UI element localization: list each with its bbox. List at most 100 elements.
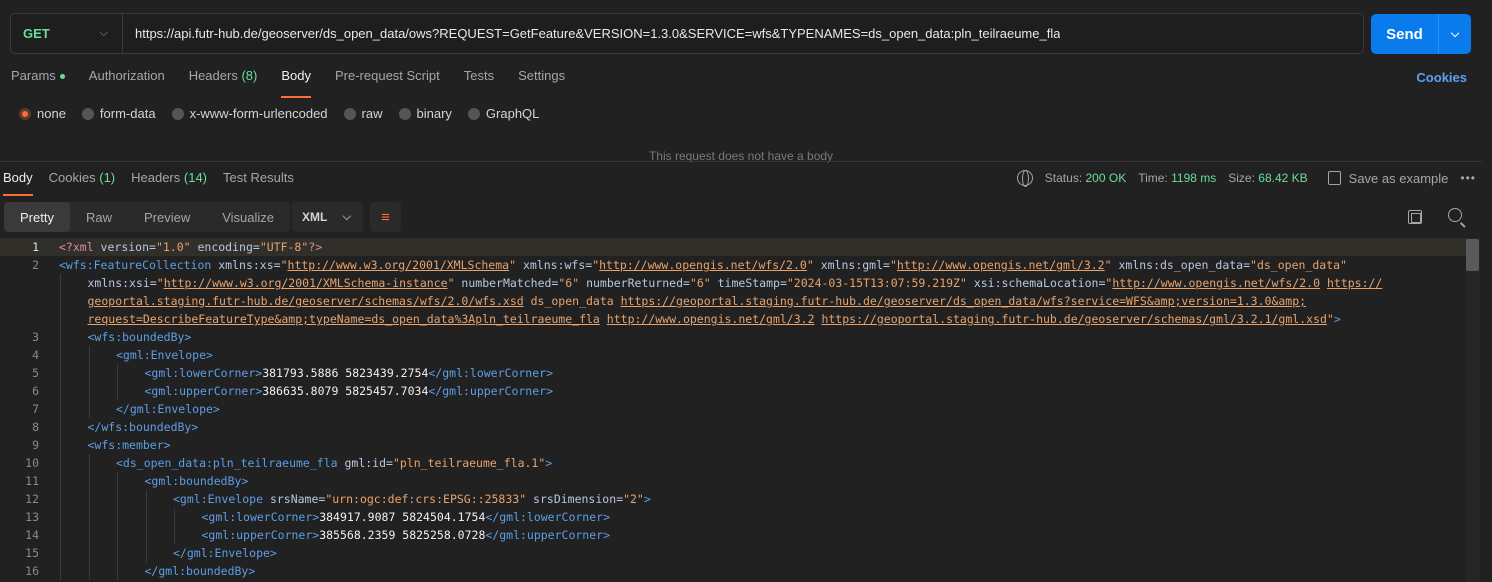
code-token[interactable]: http://www.w3.org/2001/XMLSchema xyxy=(288,258,510,272)
save-as-example-button[interactable]: Save as example xyxy=(1349,171,1449,186)
code-token[interactable]: http://www.opengis.net/gml/3.2 xyxy=(897,258,1105,272)
code-token: > xyxy=(1333,312,1341,326)
params-indicator-dot xyxy=(59,74,65,80)
code-token[interactable]: http://www.w3.org/2001/XMLSchema-instanc… xyxy=(164,276,448,290)
search-icon[interactable] xyxy=(1448,208,1462,222)
method-label: GET xyxy=(23,26,50,41)
radio-label: x-www-form-urlencoded xyxy=(189,106,328,121)
indent-guide xyxy=(60,526,61,544)
tab-prerequest-script[interactable]: Pre-request Script xyxy=(335,68,440,98)
send-button[interactable]: Send ⌵ xyxy=(1371,14,1471,54)
radio-form-data[interactable]: form-data xyxy=(81,106,156,121)
format-select[interactable]: XML ⌵ xyxy=(292,202,363,232)
code-token[interactable]: http://www.opengis.net/gml/3.2 xyxy=(607,312,815,326)
view-visualize[interactable]: Visualize xyxy=(206,202,290,232)
code-text: request=DescribeFeatureType&amp;typeName… xyxy=(40,310,1341,328)
response-code-viewer[interactable]: 1 <?xml version="1.0" encoding="UTF-8"?> 2… xyxy=(0,238,1466,582)
code-token: </gml:lowerCorner> xyxy=(485,510,610,524)
code-token: <gml:lowerCorner> xyxy=(201,510,320,524)
radio-binary[interactable]: binary xyxy=(398,106,452,121)
view-pretty[interactable]: Pretty xyxy=(4,202,70,232)
tab-settings[interactable]: Settings xyxy=(518,68,565,98)
indent-guide xyxy=(174,508,175,526)
code-token: <gml:Envelope> xyxy=(116,348,213,362)
cookies-link[interactable]: Cookies xyxy=(1416,70,1467,85)
code-line: 4 <gml:Envelope> xyxy=(0,346,1466,364)
res-tab-headers-label: Headers xyxy=(131,170,181,185)
tab-headers[interactable]: Headers (8) xyxy=(189,68,258,98)
code-text: <gml:Envelope srsName="urn:ogc:def:crs:E… xyxy=(40,490,651,508)
code-text: </wfs:boundedBy> xyxy=(40,418,199,436)
indent-guide xyxy=(88,562,90,580)
indent-guide xyxy=(60,544,61,562)
indent-guide xyxy=(60,472,61,490)
radio-none[interactable]: none xyxy=(19,106,66,121)
code-token[interactable]: http://www.opengis.net/wfs/2.0 xyxy=(1112,276,1320,290)
globe-icon[interactable] xyxy=(1016,170,1033,187)
status-info[interactable]: Status: 200 OK xyxy=(1045,171,1126,185)
size-value: 68.42 KB xyxy=(1258,171,1308,185)
code-token: " xyxy=(156,276,164,290)
radio-graphql[interactable]: GraphQL xyxy=(467,106,539,121)
code-token: "pln_teilraeume_fla.1" xyxy=(392,456,546,470)
code-token[interactable]: https:// xyxy=(1327,276,1382,290)
code-line: 11 <gml:boundedBy> xyxy=(0,472,1466,490)
code-token[interactable]: request=DescribeFeatureType&amp;typeName… xyxy=(88,312,600,326)
code-token: > xyxy=(643,492,651,506)
tab-authorization[interactable]: Authorization xyxy=(89,68,165,98)
request-tabs: Params Authorization Headers (8) Body Pr… xyxy=(11,68,565,98)
line-number: 8 xyxy=(32,420,39,434)
code-token: > xyxy=(545,456,553,470)
code-token: </gml:boundedBy> xyxy=(144,564,256,578)
indent-guide xyxy=(145,544,147,562)
res-tab-headers[interactable]: Headers (14) xyxy=(131,170,207,194)
res-tab-body[interactable]: Body xyxy=(3,170,33,196)
code-token: "2024-03-15T13:07:59.219Z" xyxy=(786,276,967,290)
pane-divider[interactable] xyxy=(0,161,1482,162)
code-token: xmlns:xsi= xyxy=(87,276,157,290)
code-text: </gml:boundedBy> xyxy=(40,562,256,580)
tab-body[interactable]: Body xyxy=(281,68,311,98)
res-tab-test-results[interactable]: Test Results xyxy=(223,170,294,194)
tab-headers-label: Headers xyxy=(188,68,238,83)
scrollbar-track[interactable] xyxy=(1466,238,1480,582)
code-token: " xyxy=(1326,312,1334,326)
code-token: <ds_open_data:pln_teilraeume_fla xyxy=(116,456,338,470)
indent-guide xyxy=(174,526,175,544)
radio-unchecked-icon xyxy=(398,107,411,120)
scrollbar-thumb[interactable] xyxy=(1466,239,1479,271)
url-input[interactable]: https://api.futr-hub.de/geoserver/ds_ope… xyxy=(123,26,1060,41)
code-line: 13 <gml:lowerCorner>384917.9087 5824504.1… xyxy=(0,508,1466,526)
line-number: 5 xyxy=(32,366,39,380)
code-token: " xyxy=(280,258,288,272)
code-text: </gml:Envelope> xyxy=(40,400,220,418)
indent-guide xyxy=(88,400,90,418)
request-bar: GET ⌵ https://api.futr-hub.de/geoserver/… xyxy=(10,13,1364,54)
res-tab-cookies[interactable]: Cookies (1) xyxy=(49,170,115,194)
indent-guide xyxy=(60,508,61,526)
more-options-icon[interactable]: ••• xyxy=(1460,171,1476,185)
wrap-lines-icon[interactable]: ≡ xyxy=(370,202,401,232)
code-token[interactable]: https://geoportal.staging.futr-hub.de/ge… xyxy=(621,294,1306,308)
code-token[interactable]: geoportal.staging.futr-hub.de/geoserver/… xyxy=(88,294,524,308)
chevron-down-icon: ⌵ xyxy=(342,210,351,223)
send-options-chevron-icon[interactable]: ⌵ xyxy=(1438,14,1471,54)
view-raw[interactable]: Raw xyxy=(70,202,128,232)
code-token[interactable]: http://www.opengis.net/wfs/2.0 xyxy=(599,258,807,272)
copy-icon[interactable] xyxy=(1408,210,1422,224)
radio-raw[interactable]: raw xyxy=(343,106,383,121)
tab-params[interactable]: Params xyxy=(11,68,65,98)
tab-tests[interactable]: Tests xyxy=(464,68,494,98)
code-token: </gml:upperCorner> xyxy=(428,384,553,398)
code-line: 10 <ds_open_data:pln_teilraeume_fla gml:i… xyxy=(0,454,1466,472)
code-token: srsDimension= xyxy=(526,492,624,506)
code-token[interactable]: https://geoportal.staging.futr-hub.de/ge… xyxy=(821,312,1326,326)
indent-guide xyxy=(60,436,61,454)
size-info[interactable]: Size: 68.42 KB xyxy=(1228,171,1307,185)
radio-urlencoded[interactable]: x-www-form-urlencoded xyxy=(171,106,328,121)
time-info[interactable]: Time: 1198 ms xyxy=(1138,171,1216,185)
view-preview[interactable]: Preview xyxy=(128,202,206,232)
indent-guide xyxy=(117,472,118,490)
method-select[interactable]: GET ⌵ xyxy=(11,14,123,53)
indent-guide xyxy=(117,382,118,400)
